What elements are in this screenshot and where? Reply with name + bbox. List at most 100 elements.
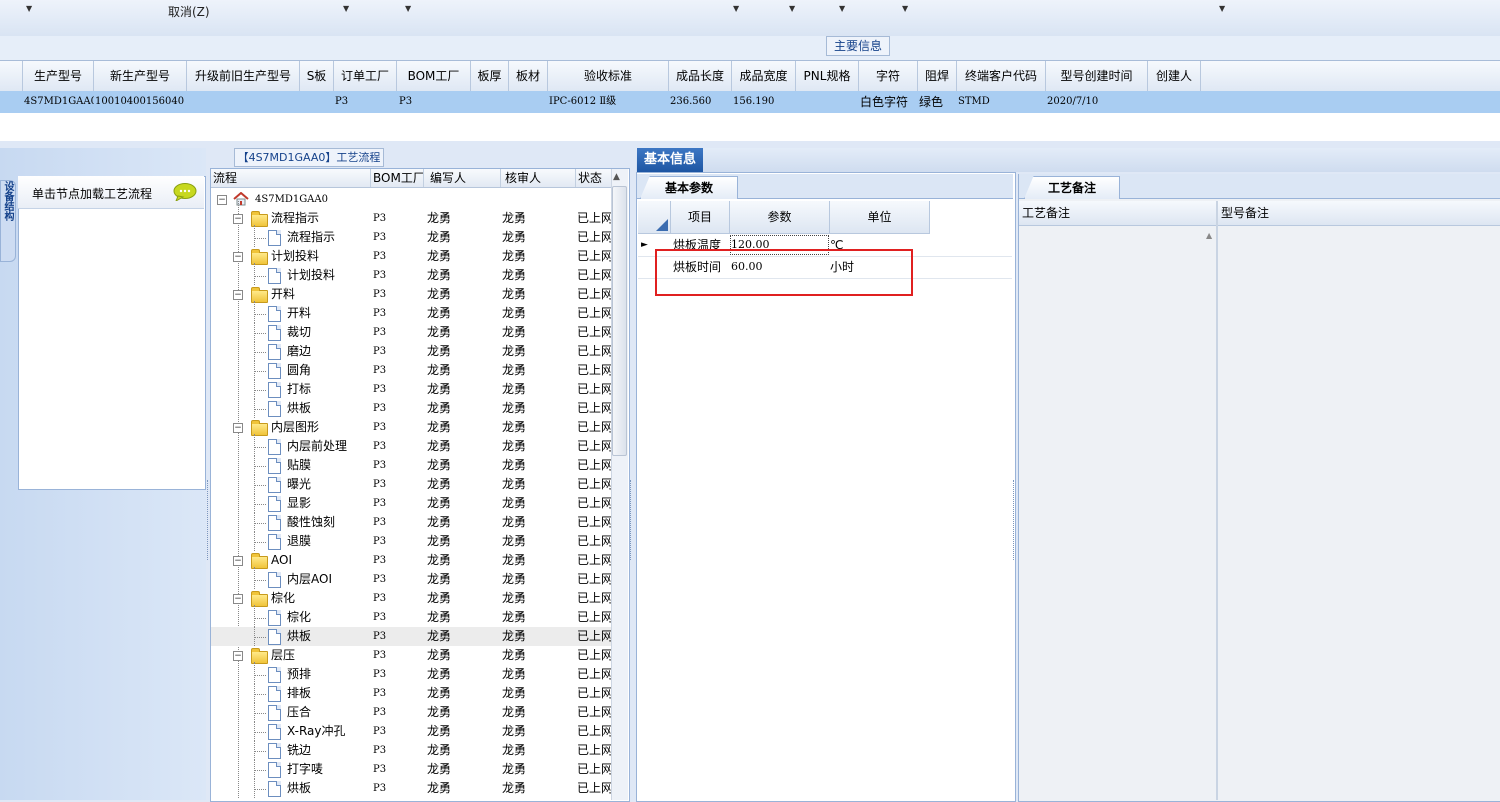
tree-row[interactable]: 裁切 P3 龙勇 龙勇 已上网 [211, 323, 611, 342]
tree-row[interactable]: 排板 P3 龙勇 龙勇 已上网 [211, 684, 611, 703]
tree-row[interactable]: 铣边 P3 龙勇 龙勇 已上网 [211, 741, 611, 760]
tree-row[interactable]: 退膜 P3 龙勇 龙勇 已上网 [211, 532, 611, 551]
tree-row[interactable]: − 开料 P3 龙勇 龙勇 已上网 [211, 285, 611, 313]
col-header[interactable]: 升级前旧生产型号 [187, 61, 300, 91]
tree-guide-line [254, 333, 266, 334]
col-header[interactable]: 成品宽度 [732, 61, 796, 91]
tree-col-header[interactable]: 流程 [211, 169, 371, 187]
param-col-header[interactable]: 参数 [730, 201, 830, 234]
horizontal-splitter[interactable] [0, 141, 1500, 148]
tree-col-header[interactable]: 核审人 [499, 169, 576, 187]
tree-row[interactable]: − 内层图形 P3 龙勇 龙勇 已上网 [211, 418, 611, 446]
tree-row[interactable]: 开料 P3 龙勇 龙勇 已上网 [211, 304, 611, 323]
tab-basic-params[interactable]: 基本参数 [640, 176, 738, 199]
dropdown-arrow-icon[interactable]: ▼ [789, 4, 795, 13]
collapse-icon[interactable]: − [233, 423, 243, 433]
tree-cell-writer: 龙勇 [427, 249, 452, 263]
tree-row[interactable]: 酸性蚀刻 P3 龙勇 龙勇 已上网 [211, 513, 611, 532]
tree-node-label: 棕化 [287, 610, 312, 624]
tree-row[interactable]: − 棕化 P3 龙勇 龙勇 已上网 [211, 589, 611, 617]
tree-root-row[interactable]: − 4S7MD1GAA0 [211, 190, 611, 209]
dropdown-arrow-icon[interactable]: ▼ [1219, 4, 1225, 13]
tree-cell-writer: 龙勇 [427, 686, 452, 700]
tree-cell-writer: 龙勇 [427, 496, 452, 510]
param-col-header[interactable]: 单位 [830, 201, 930, 234]
tree-cell-writer: 龙勇 [427, 591, 452, 605]
tree-row[interactable]: 内层AOI P3 龙勇 龙勇 已上网 [211, 570, 611, 589]
tree-row[interactable]: 计划投料 P3 龙勇 龙勇 已上网 [211, 266, 611, 285]
tree-row[interactable]: 曝光 P3 龙勇 龙勇 已上网 [211, 475, 611, 494]
tree-row[interactable]: 烘板 P3 龙勇 龙勇 已上网 [211, 399, 611, 418]
col-header[interactable]: S板 [300, 61, 334, 91]
tree-row[interactable]: 打字唛 P3 龙勇 龙勇 已上网 [211, 760, 611, 779]
scrollbar-thumb[interactable] [612, 186, 627, 456]
dropdown-arrow-icon[interactable]: ▼ [839, 4, 845, 13]
col-header[interactable]: 订单工厂 [334, 61, 397, 91]
tree-row[interactable]: 圆角 P3 龙勇 龙勇 已上网 [211, 361, 611, 380]
tree-row[interactable]: 内层前处理 P3 龙勇 龙勇 已上网 [211, 437, 611, 456]
tree-row[interactable]: 烘板 P3 龙勇 龙勇 已上网 [211, 779, 611, 798]
tree-row[interactable]: − 层压 P3 龙勇 龙勇 已上网 [211, 646, 611, 674]
tree-col-header[interactable]: 编写人 [424, 169, 501, 187]
tree-row[interactable]: 贴膜 P3 龙勇 龙勇 已上网 [211, 456, 611, 475]
tree-cell-writer: 龙勇 [427, 306, 452, 320]
document-icon [268, 363, 281, 379]
notes-col-header: 工艺备注 [1019, 201, 1216, 226]
col-header[interactable]: 板材 [509, 61, 548, 91]
collapse-icon[interactable]: − [233, 556, 243, 566]
tree-row[interactable]: 磨边 P3 龙勇 龙勇 已上网 [211, 342, 611, 361]
param-col-header[interactable]: 项目 [671, 201, 730, 234]
vertical-tab[interactable]: 设备结构 [0, 180, 16, 262]
collapse-icon[interactable]: − [217, 195, 227, 205]
col-header[interactable]: 验收标准 [548, 61, 669, 91]
col-header[interactable]: 字符 [859, 61, 918, 91]
tree-cell-bom: P3 [373, 555, 387, 566]
tree-cell-bom: P3 [373, 707, 387, 718]
dropdown-arrow-icon[interactable]: ▼ [26, 4, 32, 13]
col-header[interactable]: PNL规格 [796, 61, 859, 91]
collapse-icon[interactable]: − [233, 290, 243, 300]
tree-row[interactable]: 压合 P3 龙勇 龙勇 已上网 [211, 703, 611, 722]
tree-node-label: 铣边 [287, 743, 312, 757]
tree-row[interactable]: 流程指示 P3 龙勇 龙勇 已上网 [211, 228, 611, 247]
tab-process-notes[interactable]: 工艺备注 [1024, 176, 1120, 199]
tree-row[interactable]: X-Ray冲孔 P3 龙勇 龙勇 已上网 [211, 722, 611, 741]
vertical-splitter[interactable] [630, 480, 635, 560]
tree-cell-bom: P3 [373, 517, 387, 528]
tree-guide-line [254, 352, 266, 353]
scroll-up-icon[interactable]: ▲ [1206, 231, 1212, 240]
collapse-icon[interactable]: − [233, 252, 243, 262]
tree-row[interactable]: − AOI P3 龙勇 龙勇 已上网 [211, 551, 611, 579]
collapse-icon[interactable]: − [233, 214, 243, 224]
col-header[interactable]: 创建人 [1148, 61, 1201, 91]
tree-row[interactable]: 烘板 P3 龙勇 龙勇 已上网 [211, 627, 611, 646]
tab-basic-info[interactable]: 基本信息 [637, 148, 703, 172]
dropdown-arrow-icon[interactable]: ▼ [405, 4, 411, 13]
col-header[interactable]: 型号创建时间 [1046, 61, 1148, 91]
col-header[interactable]: 阻焊 [918, 61, 957, 91]
document-icon [268, 724, 281, 740]
dropdown-arrow-icon[interactable]: ▼ [343, 4, 349, 13]
col-header[interactable]: 新生产型号 [94, 61, 187, 91]
tree-row[interactable]: 棕化 P3 龙勇 龙勇 已上网 [211, 608, 611, 627]
cancel-button[interactable]: 取消(Z) [168, 3, 210, 20]
tree-row[interactable]: 打标 P3 龙勇 龙勇 已上网 [211, 380, 611, 399]
col-header[interactable]: BOM工厂 [397, 61, 471, 91]
tree-row[interactable]: 预排 P3 龙勇 龙勇 已上网 [211, 665, 611, 684]
dropdown-arrow-icon[interactable]: ▼ [902, 4, 908, 13]
main-info-data-row[interactable]: 4S7MD1GAA0 10010400156040 P3 P3 IPC-6012… [0, 91, 1500, 113]
col-header[interactable]: 终端客户代码 [957, 61, 1046, 91]
tree-row[interactable]: − 计划投料 P3 龙勇 龙勇 已上网 [211, 247, 611, 275]
col-header[interactable]: 成品长度 [669, 61, 732, 91]
tree-row[interactable]: − 流程指示 P3 龙勇 龙勇 已上网 [211, 209, 611, 237]
dropdown-arrow-icon[interactable]: ▼ [733, 4, 739, 13]
collapse-icon[interactable]: − [233, 594, 243, 604]
tree-col-header[interactable]: BOM工厂 [371, 169, 424, 187]
col-header[interactable]: 生产型号 [23, 61, 94, 91]
col-header[interactable]: 板厚 [471, 61, 509, 91]
tree-row[interactable]: 显影 P3 龙勇 龙勇 已上网 [211, 494, 611, 513]
tree-node-label: 流程指示 [287, 230, 336, 244]
scroll-up-icon[interactable]: ▲ [613, 172, 620, 182]
tree-guide-line [254, 713, 266, 714]
collapse-icon[interactable]: − [233, 651, 243, 661]
